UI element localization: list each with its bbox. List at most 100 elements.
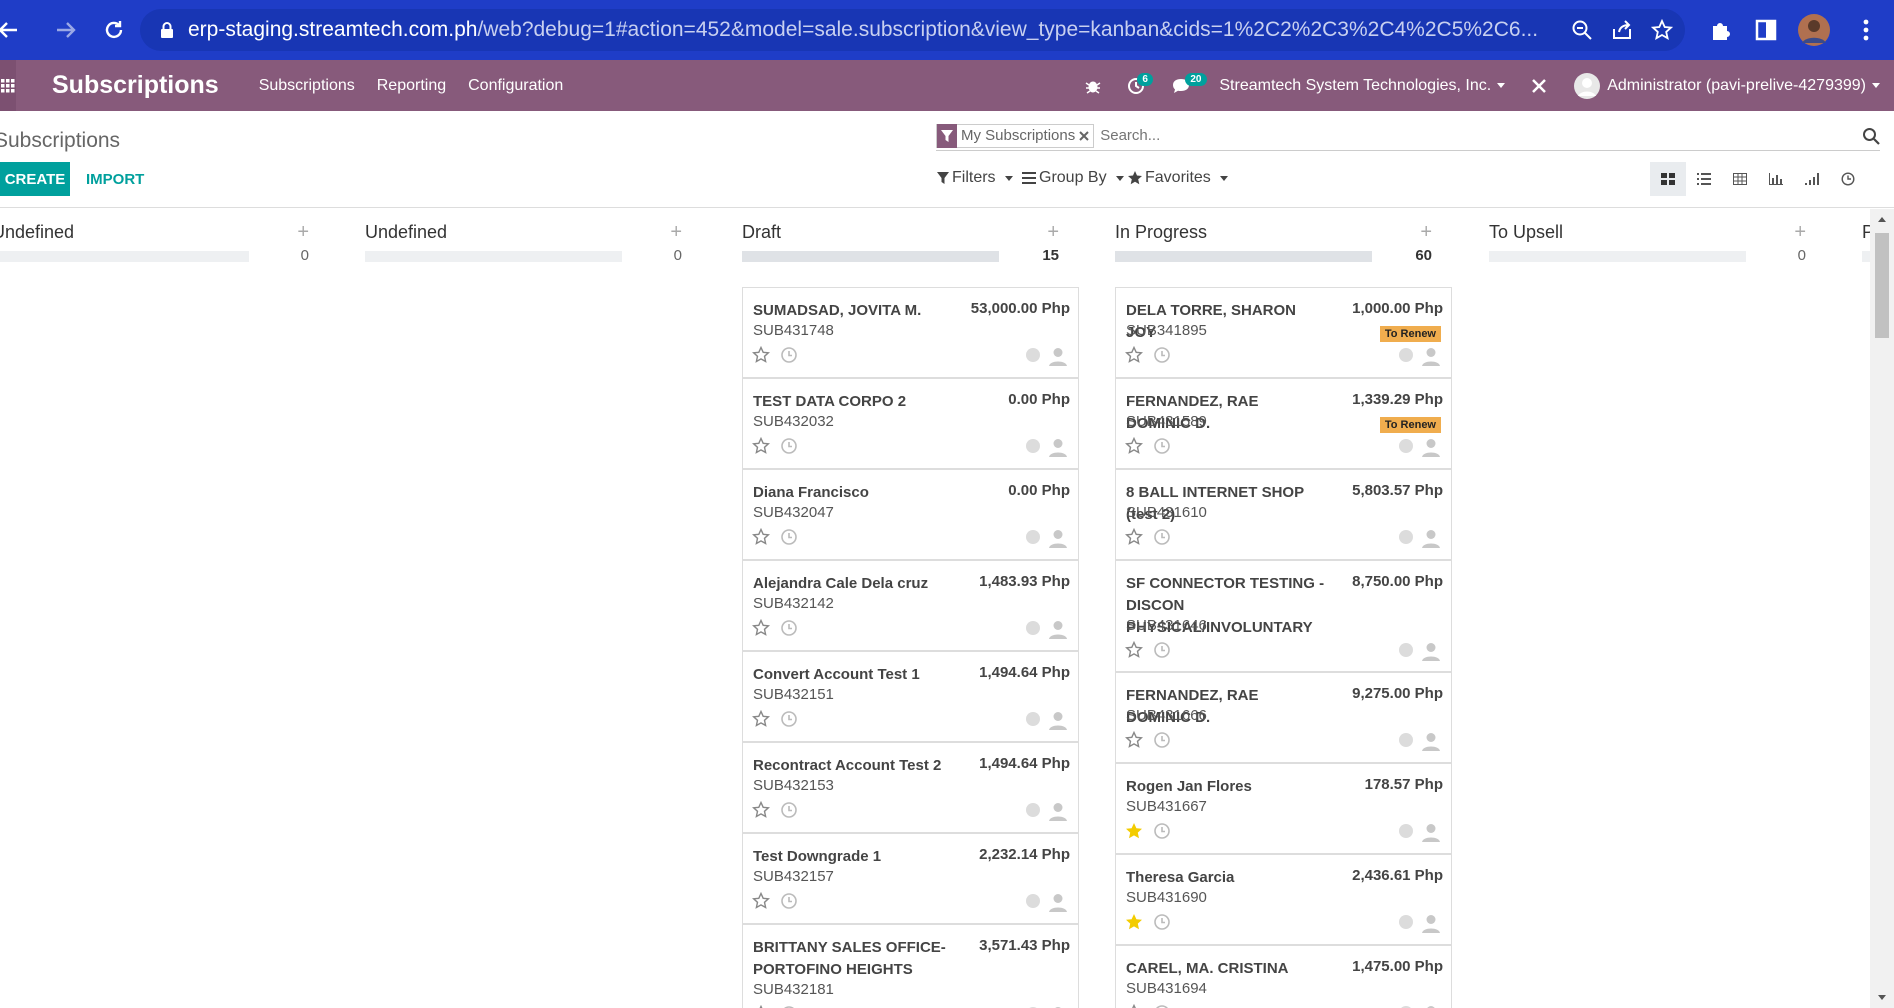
reload-icon[interactable] bbox=[90, 0, 138, 60]
kanban-card[interactable]: Alejandra Cale Dela cruz 1,483.93 Php SUB4… bbox=[742, 560, 1079, 651]
kanban-card[interactable]: CAREL, MA. CRISTINA 1,475.00 Php SUB431694 bbox=[1115, 945, 1452, 1008]
column-title[interactable]: To Upsell bbox=[1489, 222, 1563, 243]
column-title[interactable]: In Progress bbox=[1115, 222, 1207, 243]
search-facet[interactable]: My Subscriptions bbox=[936, 123, 1095, 148]
clock-icon[interactable] bbox=[1153, 641, 1171, 659]
user-icon[interactable] bbox=[1048, 710, 1068, 730]
status-dot-icon[interactable] bbox=[1399, 439, 1413, 453]
user-icon[interactable] bbox=[1048, 346, 1068, 366]
star-icon[interactable] bbox=[752, 619, 770, 637]
favorites-dropdown[interactable]: Favorites bbox=[1128, 169, 1228, 187]
cohort-view-icon[interactable] bbox=[1794, 162, 1830, 196]
status-dot-icon[interactable] bbox=[1399, 824, 1413, 838]
status-dot-icon[interactable] bbox=[1026, 348, 1040, 362]
star-icon[interactable] bbox=[752, 346, 770, 364]
star-icon[interactable] bbox=[752, 801, 770, 819]
quick-create-icon[interactable]: + bbox=[1794, 221, 1806, 244]
forward-arrow-icon[interactable] bbox=[42, 0, 90, 60]
company-switcher[interactable]: Streamtech System Technologies, Inc. bbox=[1219, 77, 1506, 95]
status-dot-icon[interactable] bbox=[1399, 643, 1413, 657]
column-title[interactable]: Undefined bbox=[0, 222, 74, 243]
filters-dropdown[interactable]: Filters bbox=[937, 169, 1013, 187]
user-icon[interactable] bbox=[1421, 346, 1441, 366]
user-icon[interactable] bbox=[1421, 1004, 1441, 1008]
apps-grid-icon[interactable] bbox=[0, 60, 16, 111]
scroll-down-icon[interactable] bbox=[1870, 988, 1894, 1008]
column-title[interactable]: Draft bbox=[742, 222, 781, 243]
kanban-card[interactable]: Diana Francisco 0.00 Php SUB432047 bbox=[742, 469, 1079, 560]
clock-icon[interactable] bbox=[1153, 731, 1171, 749]
vertical-scrollbar[interactable] bbox=[1870, 209, 1894, 1008]
extensions-icon[interactable] bbox=[1700, 9, 1742, 51]
star-icon[interactable] bbox=[752, 710, 770, 728]
status-dot-icon[interactable] bbox=[1026, 803, 1040, 817]
status-dot-icon[interactable] bbox=[1399, 915, 1413, 929]
user-icon[interactable] bbox=[1048, 892, 1068, 912]
status-dot-icon[interactable] bbox=[1026, 621, 1040, 635]
back-arrow-icon[interactable] bbox=[0, 0, 20, 60]
column-progress-bar[interactable] bbox=[1862, 251, 1870, 262]
column-progress-bar[interactable] bbox=[0, 251, 249, 262]
pivot-view-icon[interactable] bbox=[1722, 162, 1758, 196]
column-progress-bar[interactable] bbox=[1489, 251, 1746, 262]
bug-icon[interactable] bbox=[1085, 78, 1101, 94]
quick-create-icon[interactable]: + bbox=[1420, 221, 1432, 244]
clock-icon[interactable] bbox=[780, 892, 798, 910]
sidepanel-icon[interactable] bbox=[1745, 9, 1787, 51]
import-button[interactable]: IMPORT bbox=[86, 162, 144, 196]
kanban-card[interactable]: DELA TORRE, SHARON JOY 1,000.00 Php SUB341… bbox=[1115, 287, 1452, 378]
app-brand[interactable]: Subscriptions bbox=[52, 71, 219, 100]
user-icon[interactable] bbox=[1048, 528, 1068, 548]
zoom-icon[interactable] bbox=[1571, 19, 1593, 41]
groupby-dropdown[interactable]: Group By bbox=[1022, 169, 1124, 187]
kanban-card[interactable]: SF CONNECTOR TESTING - DISCON PHYSICAL/I… bbox=[1115, 560, 1452, 672]
status-dot-icon[interactable] bbox=[1026, 894, 1040, 908]
column-title[interactable]: Undefined bbox=[365, 222, 447, 243]
kanban-card[interactable]: SUMADSAD, JOVITA M. 53,000.00 Php SUB43174… bbox=[742, 287, 1079, 378]
clock-icon[interactable] bbox=[780, 346, 798, 364]
scroll-up-icon[interactable] bbox=[1870, 209, 1894, 229]
kanban-card[interactable]: FERNANDEZ, RAE DOMINIC D. 9,275.00 Php SUB… bbox=[1115, 672, 1452, 763]
star-icon[interactable] bbox=[752, 437, 770, 455]
star-icon[interactable] bbox=[1125, 913, 1143, 931]
star-icon[interactable] bbox=[1125, 822, 1143, 840]
kanban-card[interactable]: Recontract Account Test 2 1,494.64 Php SUB… bbox=[742, 742, 1079, 833]
kanban-card[interactable]: BRITTANY SALES OFFICE-PORTOFINO HEIGHTS 3… bbox=[742, 924, 1079, 1008]
clock-icon[interactable] bbox=[1153, 437, 1171, 455]
clock-icon[interactable] bbox=[780, 528, 798, 546]
star-icon[interactable] bbox=[1125, 1004, 1143, 1008]
user-menu[interactable]: Administrator (pavi-prelive-4279399) bbox=[1573, 72, 1880, 100]
kanban-card[interactable]: TEST DATA CORPO 2 0.00 Php SUB432032 bbox=[742, 378, 1079, 469]
status-dot-icon[interactable] bbox=[1026, 439, 1040, 453]
user-icon[interactable] bbox=[1048, 801, 1068, 821]
star-icon[interactable] bbox=[1125, 641, 1143, 659]
user-icon[interactable] bbox=[1048, 619, 1068, 639]
quick-create-icon[interactable]: + bbox=[1047, 221, 1059, 244]
kanban-card[interactable]: 8 BALL INTERNET SHOP (test 2) 5,803.57 Ph… bbox=[1115, 469, 1452, 560]
clock-icon[interactable] bbox=[1153, 528, 1171, 546]
user-icon[interactable] bbox=[1421, 913, 1441, 933]
user-icon[interactable] bbox=[1421, 731, 1441, 751]
kanban-card[interactable]: Rogen Jan Flores 178.57 Php SUB431667 bbox=[1115, 763, 1452, 854]
clock-icon[interactable] bbox=[1153, 913, 1171, 931]
status-dot-icon[interactable] bbox=[1026, 530, 1040, 544]
kanban-view-icon[interactable] bbox=[1650, 162, 1686, 196]
list-view-icon[interactable] bbox=[1686, 162, 1722, 196]
address-bar[interactable]: erp-staging.streamtech.com.ph/web?debug=… bbox=[140, 9, 1685, 51]
status-dot-icon[interactable] bbox=[1399, 733, 1413, 747]
messages-button[interactable]: 20 bbox=[1171, 72, 1207, 95]
facet-remove-icon[interactable] bbox=[1079, 130, 1093, 141]
clock-icon[interactable] bbox=[1153, 1004, 1171, 1008]
search-icon[interactable] bbox=[1862, 127, 1880, 145]
star-icon[interactable] bbox=[1125, 346, 1143, 364]
column-progress-bar[interactable] bbox=[1115, 251, 1372, 262]
status-dot-icon[interactable] bbox=[1399, 530, 1413, 544]
quick-create-icon[interactable]: + bbox=[297, 221, 309, 244]
bookmark-star-icon[interactable] bbox=[1651, 19, 1673, 41]
user-icon[interactable] bbox=[1421, 437, 1441, 457]
status-dot-icon[interactable] bbox=[1399, 348, 1413, 362]
user-icon[interactable] bbox=[1421, 822, 1441, 842]
clock-icon[interactable] bbox=[1153, 346, 1171, 364]
column-progress-bar[interactable] bbox=[742, 251, 999, 262]
quick-create-icon[interactable]: + bbox=[670, 221, 682, 244]
